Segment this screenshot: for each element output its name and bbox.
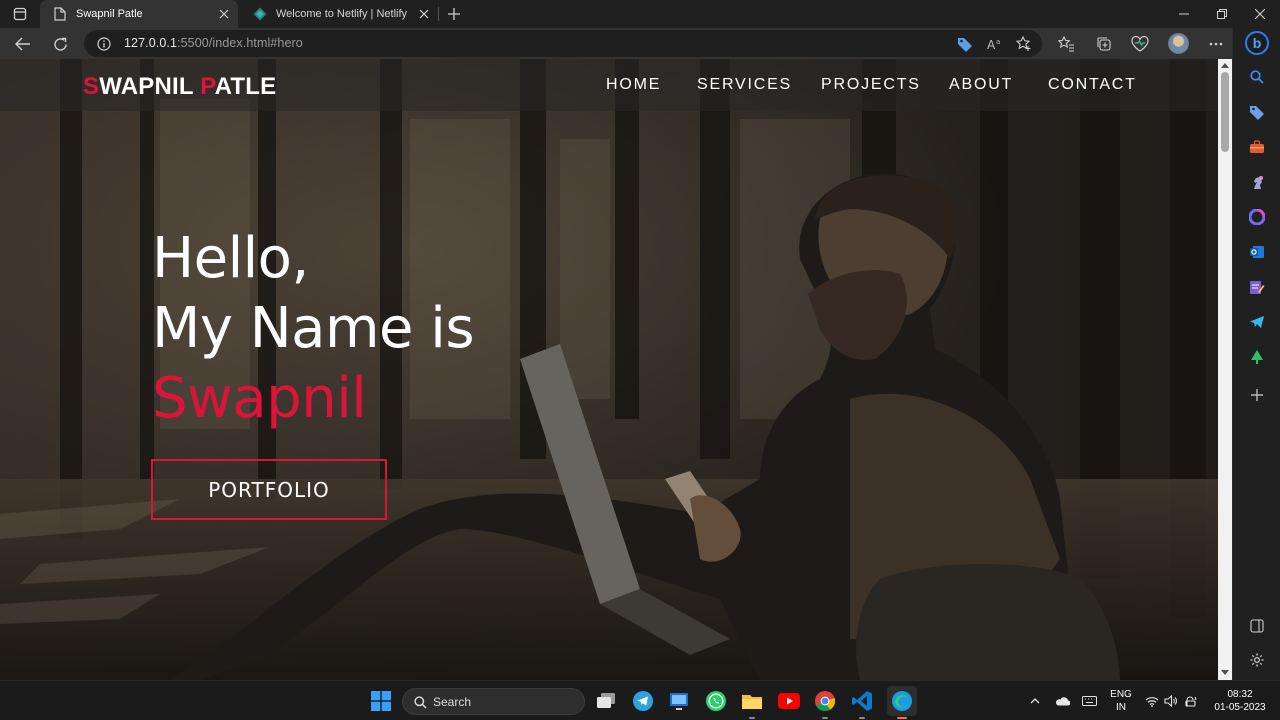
- hero-name: Swapnil: [152, 366, 367, 431]
- add-app-icon[interactable]: [1248, 386, 1266, 404]
- battery-icon[interactable]: [1183, 693, 1199, 709]
- close-tab-icon[interactable]: [416, 6, 432, 22]
- page-viewport: SWAPNIL PATLE HOME SERVICES PROJECTS ABO…: [0, 59, 1218, 680]
- nav-services[interactable]: SERVICES: [697, 76, 792, 94]
- system-clock[interactable]: 08:32 01-05-2023: [1205, 688, 1275, 714]
- chrome-icon[interactable]: [813, 689, 837, 713]
- tab-actions-icon[interactable]: [12, 6, 28, 22]
- outlook-icon[interactable]: [1248, 243, 1266, 261]
- tools-briefcase-icon[interactable]: [1248, 138, 1266, 156]
- tab-title: Swapnil Patle: [76, 8, 143, 20]
- search-label: Search: [433, 695, 472, 709]
- browser-tab-strip: Swapnil Patle Welcome to Netlify | Netli…: [0, 0, 1280, 28]
- vscode-indicator: [859, 717, 865, 719]
- windows-taskbar: Search ENG IN 08:32 01-05-2023: [0, 680, 1280, 720]
- tab-netlify[interactable]: Welcome to Netlify | Netlify: [240, 0, 438, 28]
- url-text[interactable]: 127.0.0.1:5500/index.html#hero: [124, 36, 303, 50]
- minimize-icon[interactable]: [1174, 4, 1194, 24]
- wifi-icon[interactable]: [1144, 693, 1160, 709]
- nav-projects[interactable]: PROJECTS: [821, 76, 921, 94]
- site-logo[interactable]: SWAPNIL PATLE: [83, 73, 276, 101]
- hide-sidebar-icon[interactable]: [1248, 617, 1266, 635]
- address-bar[interactable]: 127.0.0.1:5500/index.html#hero Aa: [84, 30, 1042, 57]
- portfolio-button[interactable]: PORTFOLIO: [151, 459, 387, 520]
- tab-title: Welcome to Netlify | Netlify: [276, 8, 408, 20]
- sidebar-settings-gear-icon[interactable]: [1248, 651, 1266, 669]
- scroll-thumb[interactable]: [1221, 72, 1229, 152]
- task-view-icon[interactable]: [594, 689, 618, 713]
- onedrive-cloud-icon[interactable]: [1054, 693, 1070, 709]
- vscode-icon[interactable]: [850, 689, 874, 713]
- tab-swapnil-patle[interactable]: Swapnil Patle: [40, 0, 238, 28]
- profile-avatar[interactable]: [1168, 33, 1189, 54]
- page-scrollbar[interactable]: [1218, 59, 1232, 680]
- settings-more-icon[interactable]: [1205, 33, 1227, 55]
- whatsapp-icon[interactable]: [704, 689, 728, 713]
- hero-heading: Hello, My Name is Swapnil: [152, 224, 475, 434]
- search-icon: [412, 694, 428, 710]
- windows-start-icon[interactable]: [369, 689, 393, 713]
- scroll-down-arrow-icon[interactable]: [1221, 670, 1229, 676]
- show-hidden-icons-chevron-icon[interactable]: [1027, 693, 1043, 709]
- read-aloud-icon[interactable]: Aa: [986, 35, 1004, 53]
- coupon-tag-icon[interactable]: [956, 35, 974, 53]
- file-explorer-icon[interactable]: [740, 689, 764, 713]
- edge-active-indicator: [897, 717, 907, 719]
- remote-desktop-icon[interactable]: [667, 689, 691, 713]
- page-icon: [52, 6, 68, 22]
- collections-icon[interactable]: [1093, 33, 1115, 55]
- chrome-indicator: [822, 717, 828, 719]
- input-language[interactable]: ENG IN: [1108, 688, 1134, 714]
- keyboard-icon[interactable]: [1081, 693, 1097, 709]
- nav-about[interactable]: ABOUT: [949, 76, 1013, 94]
- add-favorite-icon[interactable]: [1015, 35, 1033, 53]
- hero-intro: My Name is: [152, 296, 475, 361]
- back-icon[interactable]: [12, 33, 34, 55]
- close-tab-icon[interactable]: [216, 6, 232, 22]
- site-header: SWAPNIL PATLE HOME SERVICES PROJECTS ABO…: [0, 59, 1218, 111]
- tree-icon[interactable]: [1248, 348, 1266, 366]
- site-info-icon[interactable]: [96, 36, 112, 52]
- shopping-tag-icon[interactable]: [1248, 103, 1266, 121]
- nav-contact[interactable]: CONTACT: [1048, 76, 1137, 94]
- restore-icon[interactable]: [1212, 4, 1232, 24]
- hero-greeting: Hello,: [152, 226, 309, 291]
- scroll-up-arrow-icon[interactable]: [1221, 62, 1229, 68]
- refresh-icon[interactable]: [49, 33, 71, 55]
- bing-chat-icon[interactable]: b: [1245, 31, 1269, 55]
- taskbar-search[interactable]: Search: [402, 688, 585, 715]
- telegram-icon[interactable]: [631, 689, 655, 713]
- close-window-icon[interactable]: [1250, 4, 1270, 24]
- search-icon[interactable]: [1248, 68, 1266, 86]
- volume-icon[interactable]: [1163, 693, 1179, 709]
- telegram-send-icon[interactable]: [1248, 313, 1266, 331]
- nav-home[interactable]: HOME: [606, 76, 661, 94]
- microsoft-365-icon[interactable]: [1248, 208, 1266, 226]
- games-chess-icon[interactable]: [1248, 173, 1266, 191]
- favorites-icon[interactable]: [1055, 33, 1077, 55]
- svg-text:a: a: [996, 38, 1000, 46]
- edge-icon[interactable]: [887, 686, 917, 716]
- file-explorer-indicator: [749, 717, 755, 719]
- new-tab-icon[interactable]: [444, 4, 464, 24]
- tab-separator: [438, 7, 439, 21]
- netlify-icon: [252, 6, 268, 22]
- drop-notes-icon[interactable]: [1248, 278, 1266, 296]
- svg-text:A: A: [987, 38, 996, 51]
- browser-toolbar: 127.0.0.1:5500/index.html#hero Aa: [0, 28, 1280, 59]
- youtube-icon[interactable]: [777, 689, 801, 713]
- browser-essentials-icon[interactable]: [1129, 33, 1151, 55]
